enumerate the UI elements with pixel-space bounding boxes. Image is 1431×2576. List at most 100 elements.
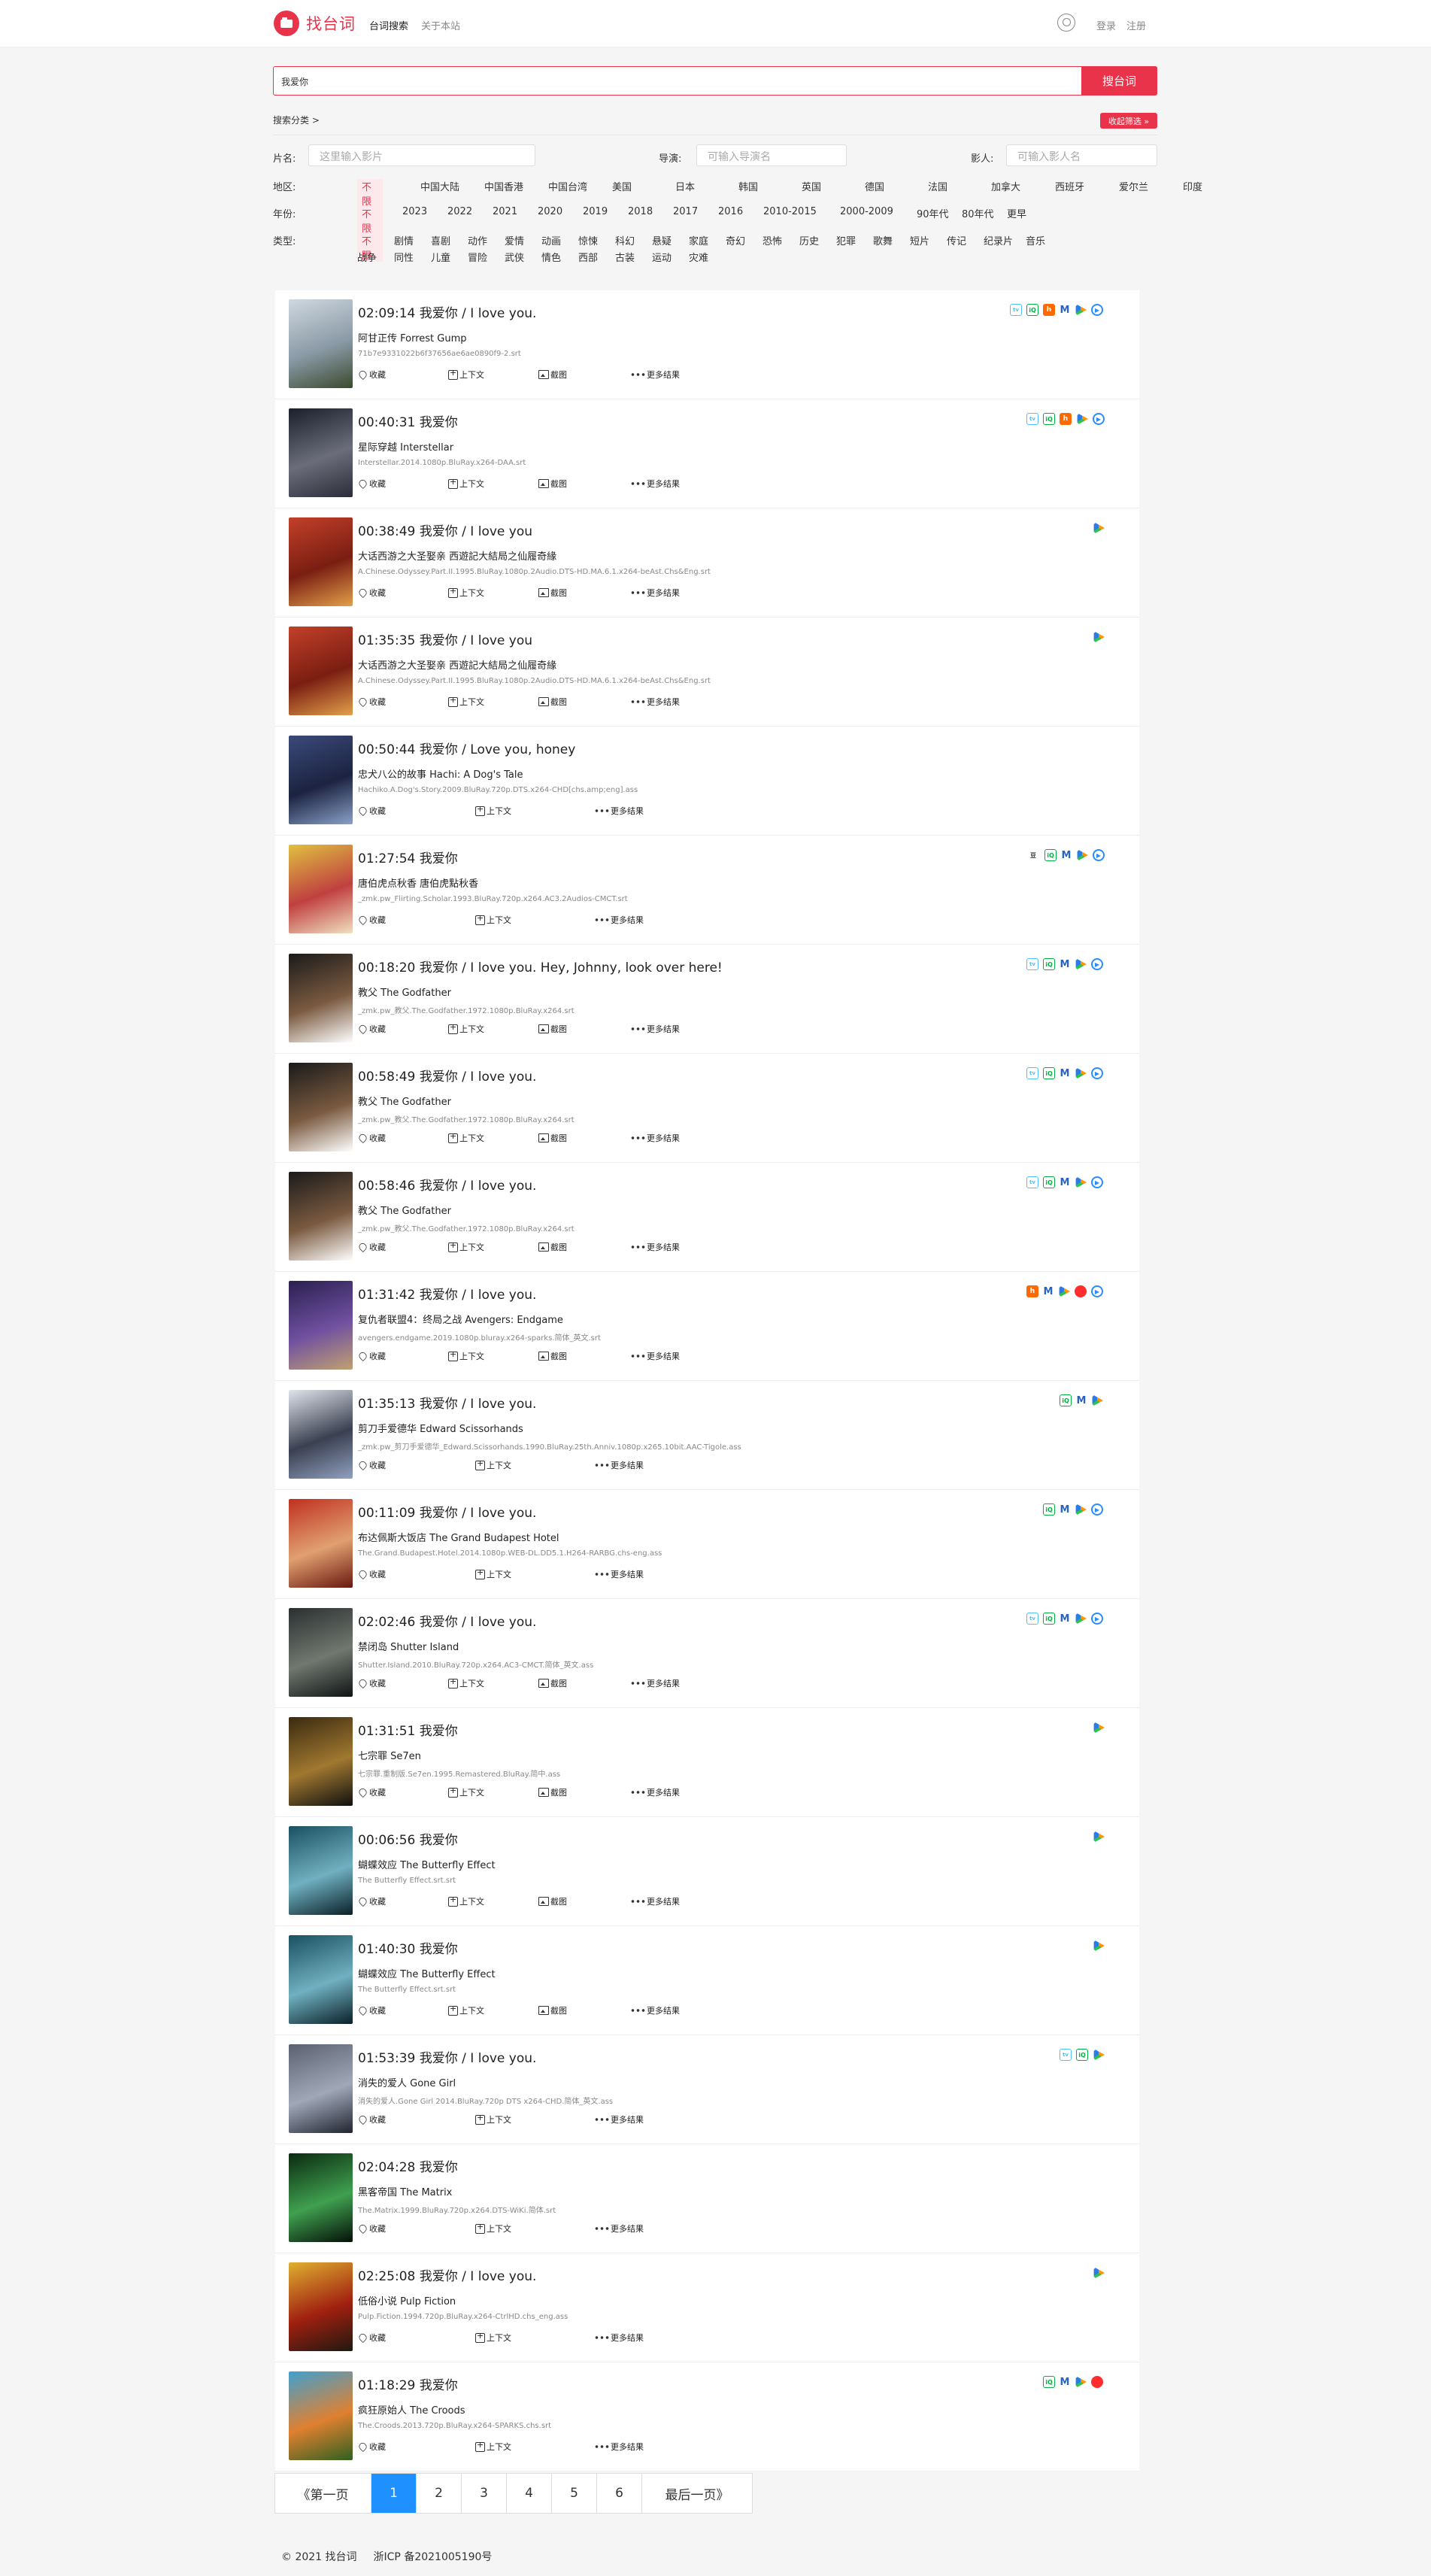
movie-title[interactable]: 蝴蝶效应 The Butterfly Effect bbox=[358, 1966, 496, 1980]
page-3-button[interactable]: 3 bbox=[462, 2474, 507, 2513]
more-results-button[interactable]: 更多结果 bbox=[594, 2332, 644, 2344]
hu-icon[interactable]: h bbox=[1026, 1285, 1038, 1297]
tx-icon[interactable] bbox=[1093, 522, 1105, 534]
screenshot-button[interactable]: 截图 bbox=[538, 1786, 567, 1798]
movie-poster[interactable] bbox=[289, 736, 353, 824]
context-button[interactable]: 上下文 bbox=[448, 1676, 484, 1689]
favorite-button[interactable]: 收藏 bbox=[357, 2113, 386, 2125]
screenshot-button[interactable]: 截图 bbox=[538, 1350, 567, 1362]
tx-icon[interactable] bbox=[1077, 413, 1088, 425]
tx-icon[interactable] bbox=[1092, 1394, 1103, 1406]
subtitle-line[interactable]: 00:40:31 我爱你 bbox=[358, 411, 458, 430]
filter-option[interactable]: 德国 bbox=[865, 179, 928, 208]
subtitle-line[interactable]: 01:35:13 我爱你 / I love you. bbox=[358, 1393, 536, 1412]
page-5-button[interactable]: 5 bbox=[552, 2474, 597, 2513]
tx-icon[interactable] bbox=[1075, 1613, 1087, 1625]
context-button[interactable]: 上下文 bbox=[448, 586, 484, 599]
movie-poster[interactable] bbox=[289, 299, 353, 388]
favorite-button[interactable]: 收藏 bbox=[357, 369, 386, 381]
filter-option[interactable]: 运动 bbox=[652, 250, 689, 264]
more-results-button[interactable]: 更多结果 bbox=[630, 1895, 680, 1907]
iqy-icon[interactable]: iQ bbox=[1043, 958, 1055, 970]
subtitle-line[interactable]: 02:02:46 我爱你 / I love you. bbox=[358, 1611, 536, 1630]
iqy-icon[interactable]: iQ bbox=[1076, 2049, 1088, 2061]
first-page-button[interactable]: 《第一页 bbox=[275, 2474, 371, 2513]
filter-option[interactable]: 2020 bbox=[538, 206, 583, 235]
filter-option[interactable]: 印度 bbox=[1183, 179, 1246, 208]
more-results-button[interactable]: 更多结果 bbox=[594, 2441, 644, 2453]
filter-option[interactable]: 儿童 bbox=[431, 250, 468, 264]
iqy-icon[interactable]: iQ bbox=[1043, 413, 1055, 425]
filter-option[interactable]: 古装 bbox=[615, 250, 652, 264]
yk-icon[interactable]: ▶ bbox=[1091, 1176, 1103, 1188]
m-icon[interactable]: M bbox=[1060, 304, 1070, 316]
filter-option[interactable]: 恐怖 bbox=[762, 233, 799, 262]
filter-option[interactable]: 西部 bbox=[578, 250, 615, 264]
context-button[interactable]: 上下文 bbox=[448, 1131, 484, 1144]
more-results-button[interactable]: 更多结果 bbox=[630, 1350, 680, 1362]
movie-poster[interactable] bbox=[289, 2044, 353, 2133]
filter-option[interactable]: 80年代 bbox=[962, 206, 1007, 235]
context-button[interactable]: 上下文 bbox=[448, 1240, 484, 1253]
yk-icon[interactable]: ▶ bbox=[1091, 1613, 1103, 1625]
movie-poster[interactable] bbox=[289, 1608, 353, 1697]
subtitle-line[interactable]: 00:58:46 我爱你 / I love you. bbox=[358, 1175, 536, 1194]
context-button[interactable]: 上下文 bbox=[475, 2440, 511, 2453]
tx-icon[interactable] bbox=[1075, 958, 1087, 970]
tx-icon[interactable] bbox=[1093, 1722, 1105, 1734]
movie-title[interactable]: 剪刀手爱德华 Edward Scissorhands bbox=[358, 1421, 523, 1435]
movie-poster[interactable] bbox=[289, 1281, 353, 1370]
filter-option[interactable]: 音乐 bbox=[1026, 233, 1063, 262]
tx-icon[interactable] bbox=[1075, 1067, 1087, 1079]
subtitle-line[interactable]: 02:09:14 我爱你 / I love you. bbox=[358, 302, 536, 321]
subtitle-line[interactable]: 01:35:35 我爱你 / I love you bbox=[358, 630, 532, 648]
favorite-button[interactable]: 收藏 bbox=[357, 1350, 386, 1362]
title-filter-input[interactable]: 这里输入影片 bbox=[308, 144, 535, 166]
favorite-button[interactable]: 收藏 bbox=[357, 478, 386, 490]
subtitle-line[interactable]: 00:38:49 我爱你 / I love you bbox=[358, 520, 532, 539]
movie-title[interactable]: 消失的爱人 Gone Girl bbox=[358, 2075, 456, 2089]
subtitle-line[interactable]: 02:25:08 我爱你 / I love you. bbox=[358, 2265, 536, 2284]
context-button[interactable]: 上下文 bbox=[475, 1458, 511, 1471]
movie-title[interactable]: 禁闭岛 Shutter Island bbox=[358, 1639, 459, 1653]
favorite-button[interactable]: 收藏 bbox=[357, 1677, 386, 1689]
iqy-icon[interactable]: iQ bbox=[1026, 304, 1038, 316]
filter-option[interactable]: 历史 bbox=[799, 233, 836, 262]
yk-icon[interactable]: ▶ bbox=[1093, 413, 1105, 425]
filter-option[interactable]: 纪录片 bbox=[984, 233, 1026, 262]
tx-icon[interactable] bbox=[1093, 631, 1105, 643]
context-button[interactable]: 上下文 bbox=[475, 2331, 511, 2344]
filter-option[interactable]: 冒险 bbox=[468, 250, 505, 264]
page-4-button[interactable]: 4 bbox=[507, 2474, 552, 2513]
movie-title[interactable]: 低俗小说 Pulp Fiction bbox=[358, 2293, 456, 2307]
nav-subtitle-search[interactable]: 台词搜索 bbox=[369, 18, 408, 32]
page-2-button[interactable]: 2 bbox=[417, 2474, 462, 2513]
subtitle-line[interactable]: 00:11:09 我爱你 / I love you. bbox=[358, 1502, 536, 1521]
filter-option[interactable]: 2000-2009 bbox=[840, 206, 917, 235]
filter-option[interactable]: 灾难 bbox=[689, 250, 726, 264]
screenshot-button[interactable]: 截图 bbox=[538, 1677, 567, 1689]
context-button[interactable]: 上下文 bbox=[448, 2004, 484, 2016]
movie-title[interactable]: 唐伯虎点秋香 唐伯虎點秋香 bbox=[358, 875, 478, 890]
movie-title[interactable]: 教父 The Godfather bbox=[358, 1094, 451, 1108]
m-icon[interactable]: M bbox=[1060, 1176, 1070, 1188]
category-toggle[interactable]: 搜索分类 > bbox=[273, 114, 320, 126]
favorite-button[interactable]: 收藏 bbox=[357, 805, 386, 817]
filter-option[interactable]: 法国 bbox=[928, 179, 991, 208]
screenshot-button[interactable]: 截图 bbox=[538, 478, 567, 490]
screenshot-button[interactable]: 截图 bbox=[538, 1132, 567, 1144]
tx-icon[interactable] bbox=[1077, 849, 1088, 861]
tx-icon[interactable] bbox=[1093, 2267, 1105, 2279]
tx-icon[interactable] bbox=[1075, 1176, 1087, 1188]
movie-title[interactable]: 忠犬八公的故事 Hachi: A Dog's Tale bbox=[358, 766, 523, 781]
filter-option[interactable]: 传记 bbox=[947, 233, 984, 262]
hu-icon[interactable]: h bbox=[1043, 304, 1055, 316]
filter-option[interactable]: 中国大陆 bbox=[420, 179, 484, 208]
collapse-filters-button[interactable]: 收起筛选 » bbox=[1100, 113, 1157, 129]
filter-option[interactable]: 同性 bbox=[394, 250, 431, 264]
screenshot-button[interactable]: 截图 bbox=[538, 587, 567, 599]
context-button[interactable]: 上下文 bbox=[448, 1022, 484, 1035]
favorite-button[interactable]: 收藏 bbox=[357, 914, 386, 926]
page-6-button[interactable]: 6 bbox=[597, 2474, 642, 2513]
yk-icon[interactable]: ▶ bbox=[1093, 849, 1105, 861]
